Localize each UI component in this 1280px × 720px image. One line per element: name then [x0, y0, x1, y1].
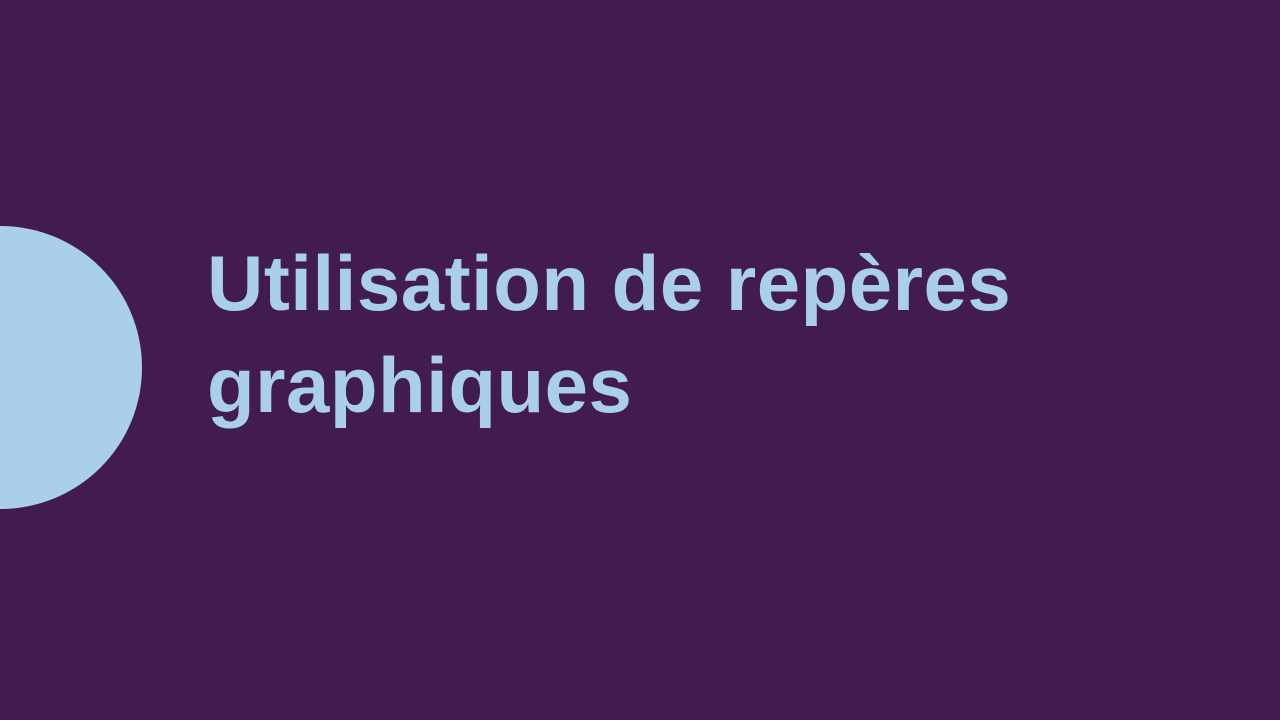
decorative-half-circle — [0, 226, 142, 509]
slide-title: Utilisation de repères graphiques — [207, 232, 1207, 436]
slide-title-line-2: graphiques — [207, 341, 633, 429]
slide-title-line-1: Utilisation de repères — [207, 239, 1012, 327]
slide-canvas: Utilisation de repères graphiques — [0, 0, 1280, 720]
